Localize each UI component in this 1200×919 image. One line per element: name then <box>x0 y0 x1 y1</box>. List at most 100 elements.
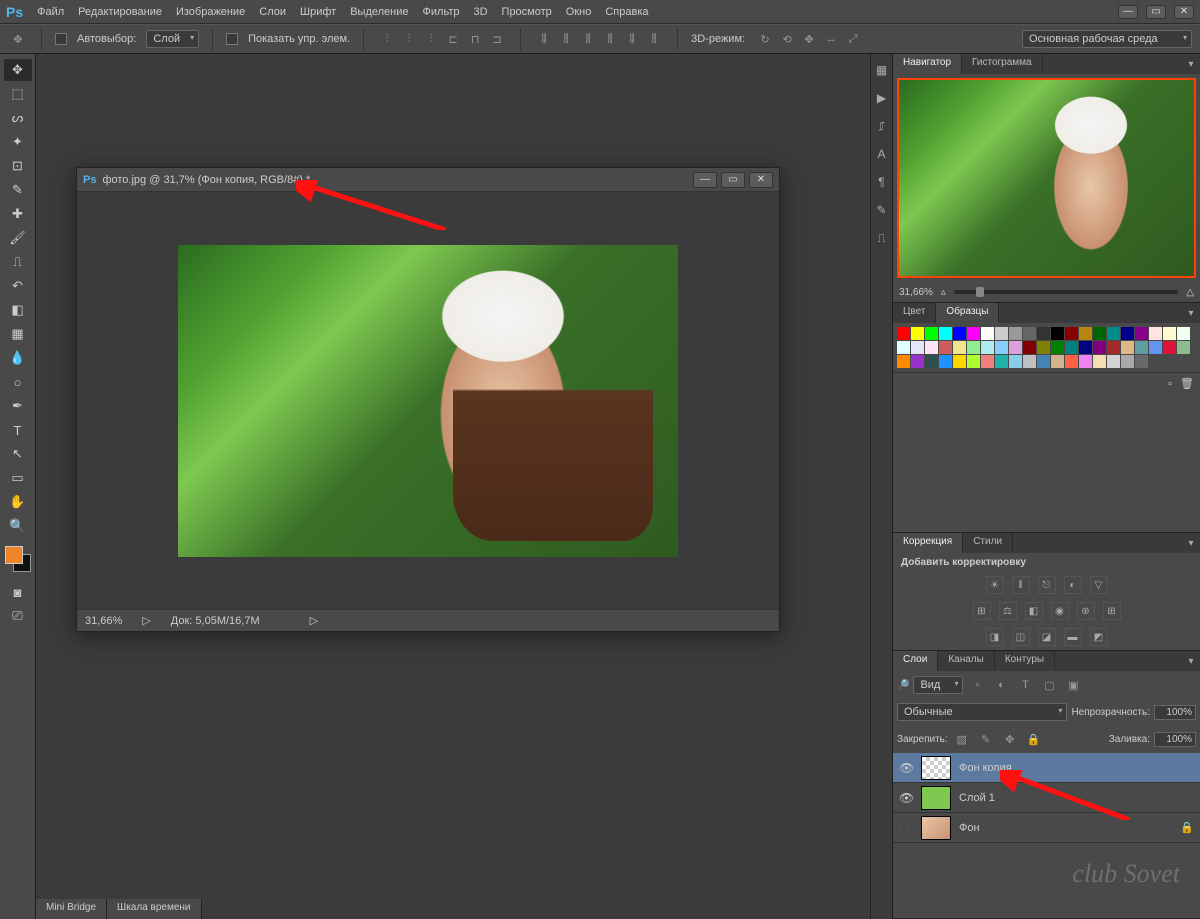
photofilter-icon[interactable]: ◉ <box>1051 602 1069 620</box>
swatch[interactable] <box>995 355 1008 368</box>
align-bottom-icon[interactable]: ⫶ <box>421 29 441 49</box>
adjustments-tab[interactable]: Коррекция <box>893 533 963 553</box>
crop-tool[interactable]: ⊡ <box>4 155 32 177</box>
history-brush-tool[interactable]: ↶ <box>4 275 32 297</box>
histogram-tab[interactable]: Гистограмма <box>962 54 1043 74</box>
timeline-tab[interactable]: Шкала времени <box>107 899 201 919</box>
layer-thumbnail[interactable] <box>921 816 951 840</box>
doc-minimize-button[interactable]: — <box>693 172 717 188</box>
menu-image[interactable]: Изображение <box>176 6 245 18</box>
layer-row[interactable]: 👁 Слой 1 <box>893 783 1200 813</box>
delete-swatch-icon[interactable]: 🗑 <box>1180 377 1194 390</box>
move-tool[interactable]: ✥ <box>4 59 32 81</box>
doc-flyout-icon[interactable]: ▷ <box>310 614 318 627</box>
swatch[interactable] <box>953 355 966 368</box>
swatch[interactable] <box>1051 341 1064 354</box>
filter-smart-icon[interactable]: ▣ <box>1063 675 1083 695</box>
visibility-icon[interactable]: 👁 <box>899 761 913 775</box>
bw-icon[interactable]: ◧ <box>1025 602 1043 620</box>
brightness-icon[interactable]: ☀ <box>986 576 1004 594</box>
channelmixer-icon[interactable]: ⊕ <box>1077 602 1095 620</box>
swatch[interactable] <box>1093 355 1106 368</box>
distribute-6-icon[interactable]: ⫼ <box>644 29 664 49</box>
swatch[interactable] <box>1093 341 1106 354</box>
swatch[interactable] <box>1009 341 1022 354</box>
swatch[interactable] <box>897 355 910 368</box>
swatch[interactable] <box>1163 327 1176 340</box>
distribute-5-icon[interactable]: ⫼ <box>622 29 642 49</box>
swatch[interactable] <box>981 327 994 340</box>
swatch[interactable] <box>953 341 966 354</box>
hand-tool[interactable]: ✋ <box>4 491 32 513</box>
swatch[interactable] <box>1037 355 1050 368</box>
menu-select[interactable]: Выделение <box>350 6 408 18</box>
menu-view[interactable]: Просмотр <box>502 6 552 18</box>
align-left-icon[interactable]: ⊏ <box>443 29 463 49</box>
curves-icon[interactable]: ⎋ <box>1038 576 1056 594</box>
colorbalance-icon[interactable]: ⚖ <box>999 602 1017 620</box>
menu-edit[interactable]: Редактирование <box>78 6 162 18</box>
document-titlebar[interactable]: Ps фото.jpg @ 31,7% (Фон копия, RGB/8#) … <box>77 168 779 192</box>
color-swatches[interactable] <box>5 546 31 572</box>
visibility-icon[interactable]: ▢ <box>899 821 913 835</box>
marquee-tool[interactable]: ⬚ <box>4 83 32 105</box>
zoom-slider[interactable] <box>954 290 1178 294</box>
properties-icon[interactable]: ⎎ <box>874 118 890 134</box>
blur-tool[interactable]: 💧 <box>4 347 32 369</box>
doc-close-button[interactable]: ✕ <box>749 172 773 188</box>
adjustments-menu-icon[interactable]: ▾ <box>1182 533 1200 553</box>
blend-mode-dropdown[interactable]: Обычные <box>897 703 1067 721</box>
new-swatch-icon[interactable]: ▫ <box>1168 378 1172 390</box>
3d-orbit-icon[interactable]: ↻ <box>755 29 775 49</box>
autoselect-dropdown[interactable]: Слой <box>146 30 199 48</box>
swatch[interactable] <box>1065 327 1078 340</box>
distribute-4-icon[interactable]: ⫼ <box>600 29 620 49</box>
color-menu-icon[interactable]: ▾ <box>1182 303 1200 323</box>
channels-tab[interactable]: Каналы <box>938 651 995 671</box>
zoom-level[interactable]: 31,66% <box>85 615 122 627</box>
window-close-button[interactable]: ✕ <box>1174 5 1194 19</box>
distribute-2-icon[interactable]: ⫼ <box>556 29 576 49</box>
layer-name[interactable]: Фон копия <box>959 762 1012 774</box>
levels-icon[interactable]: ⫴ <box>1012 576 1030 594</box>
align-top-icon[interactable]: ⫶ <box>377 29 397 49</box>
swatch[interactable] <box>1107 355 1120 368</box>
3d-scale-icon[interactable]: ⤢ <box>843 29 863 49</box>
align-vcenter-icon[interactable]: ⫶ <box>399 29 419 49</box>
3d-slide-icon[interactable]: ↔ <box>821 29 841 49</box>
history-icon[interactable]: ▦ <box>874 62 890 78</box>
swatch[interactable] <box>911 341 924 354</box>
3d-pan-icon[interactable]: ✥ <box>799 29 819 49</box>
move-tool-icon[interactable]: ✥ <box>8 29 28 49</box>
layer-row[interactable]: ▢ Фон 🔒 <box>893 813 1200 843</box>
swatch[interactable] <box>1009 327 1022 340</box>
filter-pixel-icon[interactable]: ▫ <box>967 675 987 695</box>
pen-tool[interactable]: ✒ <box>4 395 32 417</box>
swatch[interactable] <box>1107 341 1120 354</box>
zoom-out-icon[interactable]: ▵ <box>941 287 946 298</box>
window-maximize-button[interactable]: ▭ <box>1146 5 1166 19</box>
swatch[interactable] <box>939 341 952 354</box>
swatch[interactable] <box>911 327 924 340</box>
swatch[interactable] <box>1107 327 1120 340</box>
posterize-icon[interactable]: ◫ <box>1012 628 1030 646</box>
swatch[interactable] <box>981 341 994 354</box>
menu-file[interactable]: Файл <box>37 6 64 18</box>
menu-type[interactable]: Шрифт <box>300 6 336 18</box>
swatch[interactable] <box>1135 341 1148 354</box>
navigator-menu-icon[interactable]: ▾ <box>1182 54 1200 74</box>
type-tool[interactable]: T <box>4 419 32 441</box>
lock-position-icon[interactable]: ✥ <box>1000 729 1020 749</box>
hue-icon[interactable]: ⊞ <box>973 602 991 620</box>
gradient-tool[interactable]: ▦ <box>4 323 32 345</box>
swatch[interactable] <box>1065 355 1078 368</box>
screenmode-tool[interactable]: ⎚ <box>4 605 32 627</box>
swatch[interactable] <box>1023 327 1036 340</box>
gradientmap-icon[interactable]: ▬ <box>1064 628 1082 646</box>
filter-search-icon[interactable]: 🔎 <box>897 680 909 691</box>
filter-type-icon[interactable]: T <box>1015 675 1035 695</box>
swatch[interactable] <box>1135 327 1148 340</box>
magic-wand-tool[interactable]: ✦ <box>4 131 32 153</box>
lock-transparent-icon[interactable]: ▨ <box>952 729 972 749</box>
invert-icon[interactable]: ◨ <box>986 628 1004 646</box>
